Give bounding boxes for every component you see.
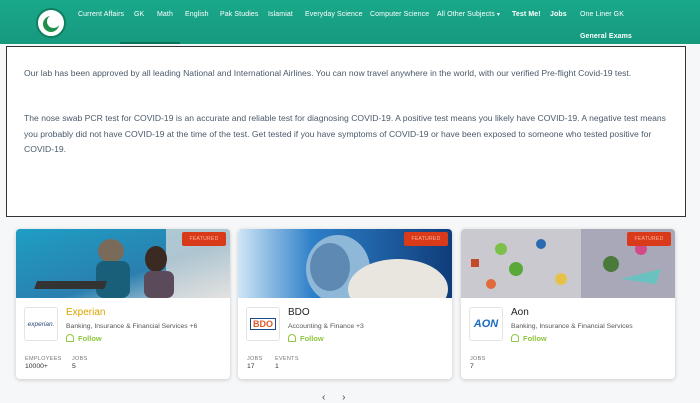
stat-label: EVENTS (275, 356, 299, 362)
stat-label: JOBS (247, 356, 263, 362)
company-logo[interactable]: AON (469, 307, 503, 341)
announcement-paragraph-2: The nose swab PCR test for COVID-19 is a… (24, 113, 666, 154)
follow-button[interactable]: Follow (66, 334, 102, 343)
stat-label: JOBS (72, 356, 88, 362)
stat-value: 7 (470, 363, 474, 370)
carousel-prev-button[interactable]: ‹ (322, 392, 325, 403)
company-card-aon[interactable]: FEATURED AON Aon Banking, Insurance & Fi… (461, 229, 675, 379)
company-industry: Banking, Insurance & Financial Services … (66, 323, 198, 330)
featured-tag: FEATURED (182, 232, 226, 246)
follow-button[interactable]: Follow (288, 334, 324, 343)
stat-events: EVENTS 1 (275, 356, 299, 370)
bell-icon (66, 334, 74, 342)
stat-jobs: JOBS 7 (470, 356, 486, 370)
stat-label: EMPLOYEES (25, 356, 62, 362)
nav-item-test-me[interactable]: Test Me! (512, 11, 541, 18)
featured-tag-label: FEATURED (189, 236, 219, 242)
nav-dropdown-label: All Other Subjects (437, 11, 495, 18)
nav-item-general-exams[interactable]: General Exams (580, 33, 632, 40)
company-logo-text: experian. (27, 320, 55, 328)
nav-item-all-other-subjects[interactable]: All Other Subjects ▾ (437, 11, 500, 18)
company-name[interactable]: BDO (288, 307, 310, 318)
caret-down-icon: ▾ (496, 12, 500, 18)
company-name[interactable]: Aon (511, 307, 529, 318)
stat-label: JOBS (470, 356, 486, 362)
nav-item-current-affairs[interactable]: Current Affairs (78, 11, 124, 18)
nav-item-computer-science[interactable]: Computer Science (370, 11, 429, 18)
nav-item-islamiat[interactable]: Islamiat (268, 11, 293, 18)
follow-label: Follow (78, 334, 102, 343)
nav-item-english[interactable]: English (185, 11, 209, 18)
nav-item-jobs[interactable]: Jobs (550, 11, 567, 18)
featured-tag-label: FEATURED (634, 236, 664, 242)
nav-item-one-liner-gk[interactable]: One Liner GK (580, 11, 624, 18)
company-card-experian[interactable]: FEATURED experian. Experian Banking, Ins… (16, 229, 230, 379)
stat-employees: EMPLOYEES 10000+ (25, 356, 62, 370)
top-navbar: Current Affairs GK Math English Pak Stud… (0, 0, 700, 44)
site-logo[interactable] (36, 8, 66, 38)
carousel-pager: ‹ › (322, 392, 345, 403)
company-logo[interactable]: BDO (246, 307, 280, 341)
stat-value: 17 (247, 363, 255, 370)
nav-item-everyday-science[interactable]: Everyday Science (305, 11, 363, 18)
bell-icon (288, 334, 296, 342)
follow-label: Follow (300, 334, 324, 343)
featured-tag-label: FEATURED (411, 236, 441, 242)
bell-icon (511, 334, 519, 342)
company-logo[interactable]: experian. (24, 307, 58, 341)
stat-jobs: JOBS 17 (247, 356, 263, 370)
nav-item-pak-studies[interactable]: Pak Studies (220, 11, 258, 18)
nav-item-math[interactable]: Math (157, 11, 173, 18)
follow-button[interactable]: Follow (511, 334, 547, 343)
announcement-paragraph-1: Our lab has been approved by all leading… (24, 68, 632, 78)
carousel-next-button[interactable]: › (342, 392, 345, 403)
company-name[interactable]: Experian (66, 307, 105, 318)
company-industry: Accounting & Finance +3 (288, 323, 364, 330)
active-nav-indicator (120, 42, 180, 44)
stat-jobs: JOBS 5 (72, 356, 88, 370)
stat-value: 1 (275, 363, 279, 370)
announcement-box: Our lab has been approved by all leading… (6, 46, 686, 217)
nav-item-gk[interactable]: GK (134, 11, 144, 18)
crescent-icon (47, 15, 60, 28)
stat-value: 5 (72, 363, 76, 370)
company-logo-text: BDO (250, 318, 276, 330)
company-industry: Banking, Insurance & Financial Services (511, 323, 633, 330)
featured-tag: FEATURED (404, 232, 448, 246)
stat-value: 10000+ (25, 363, 48, 370)
follow-label: Follow (523, 334, 547, 343)
company-card-bdo[interactable]: FEATURED BDO BDO Accounting & Finance +3… (238, 229, 452, 379)
featured-tag: FEATURED (627, 232, 671, 246)
company-logo-text: AON (473, 318, 499, 330)
